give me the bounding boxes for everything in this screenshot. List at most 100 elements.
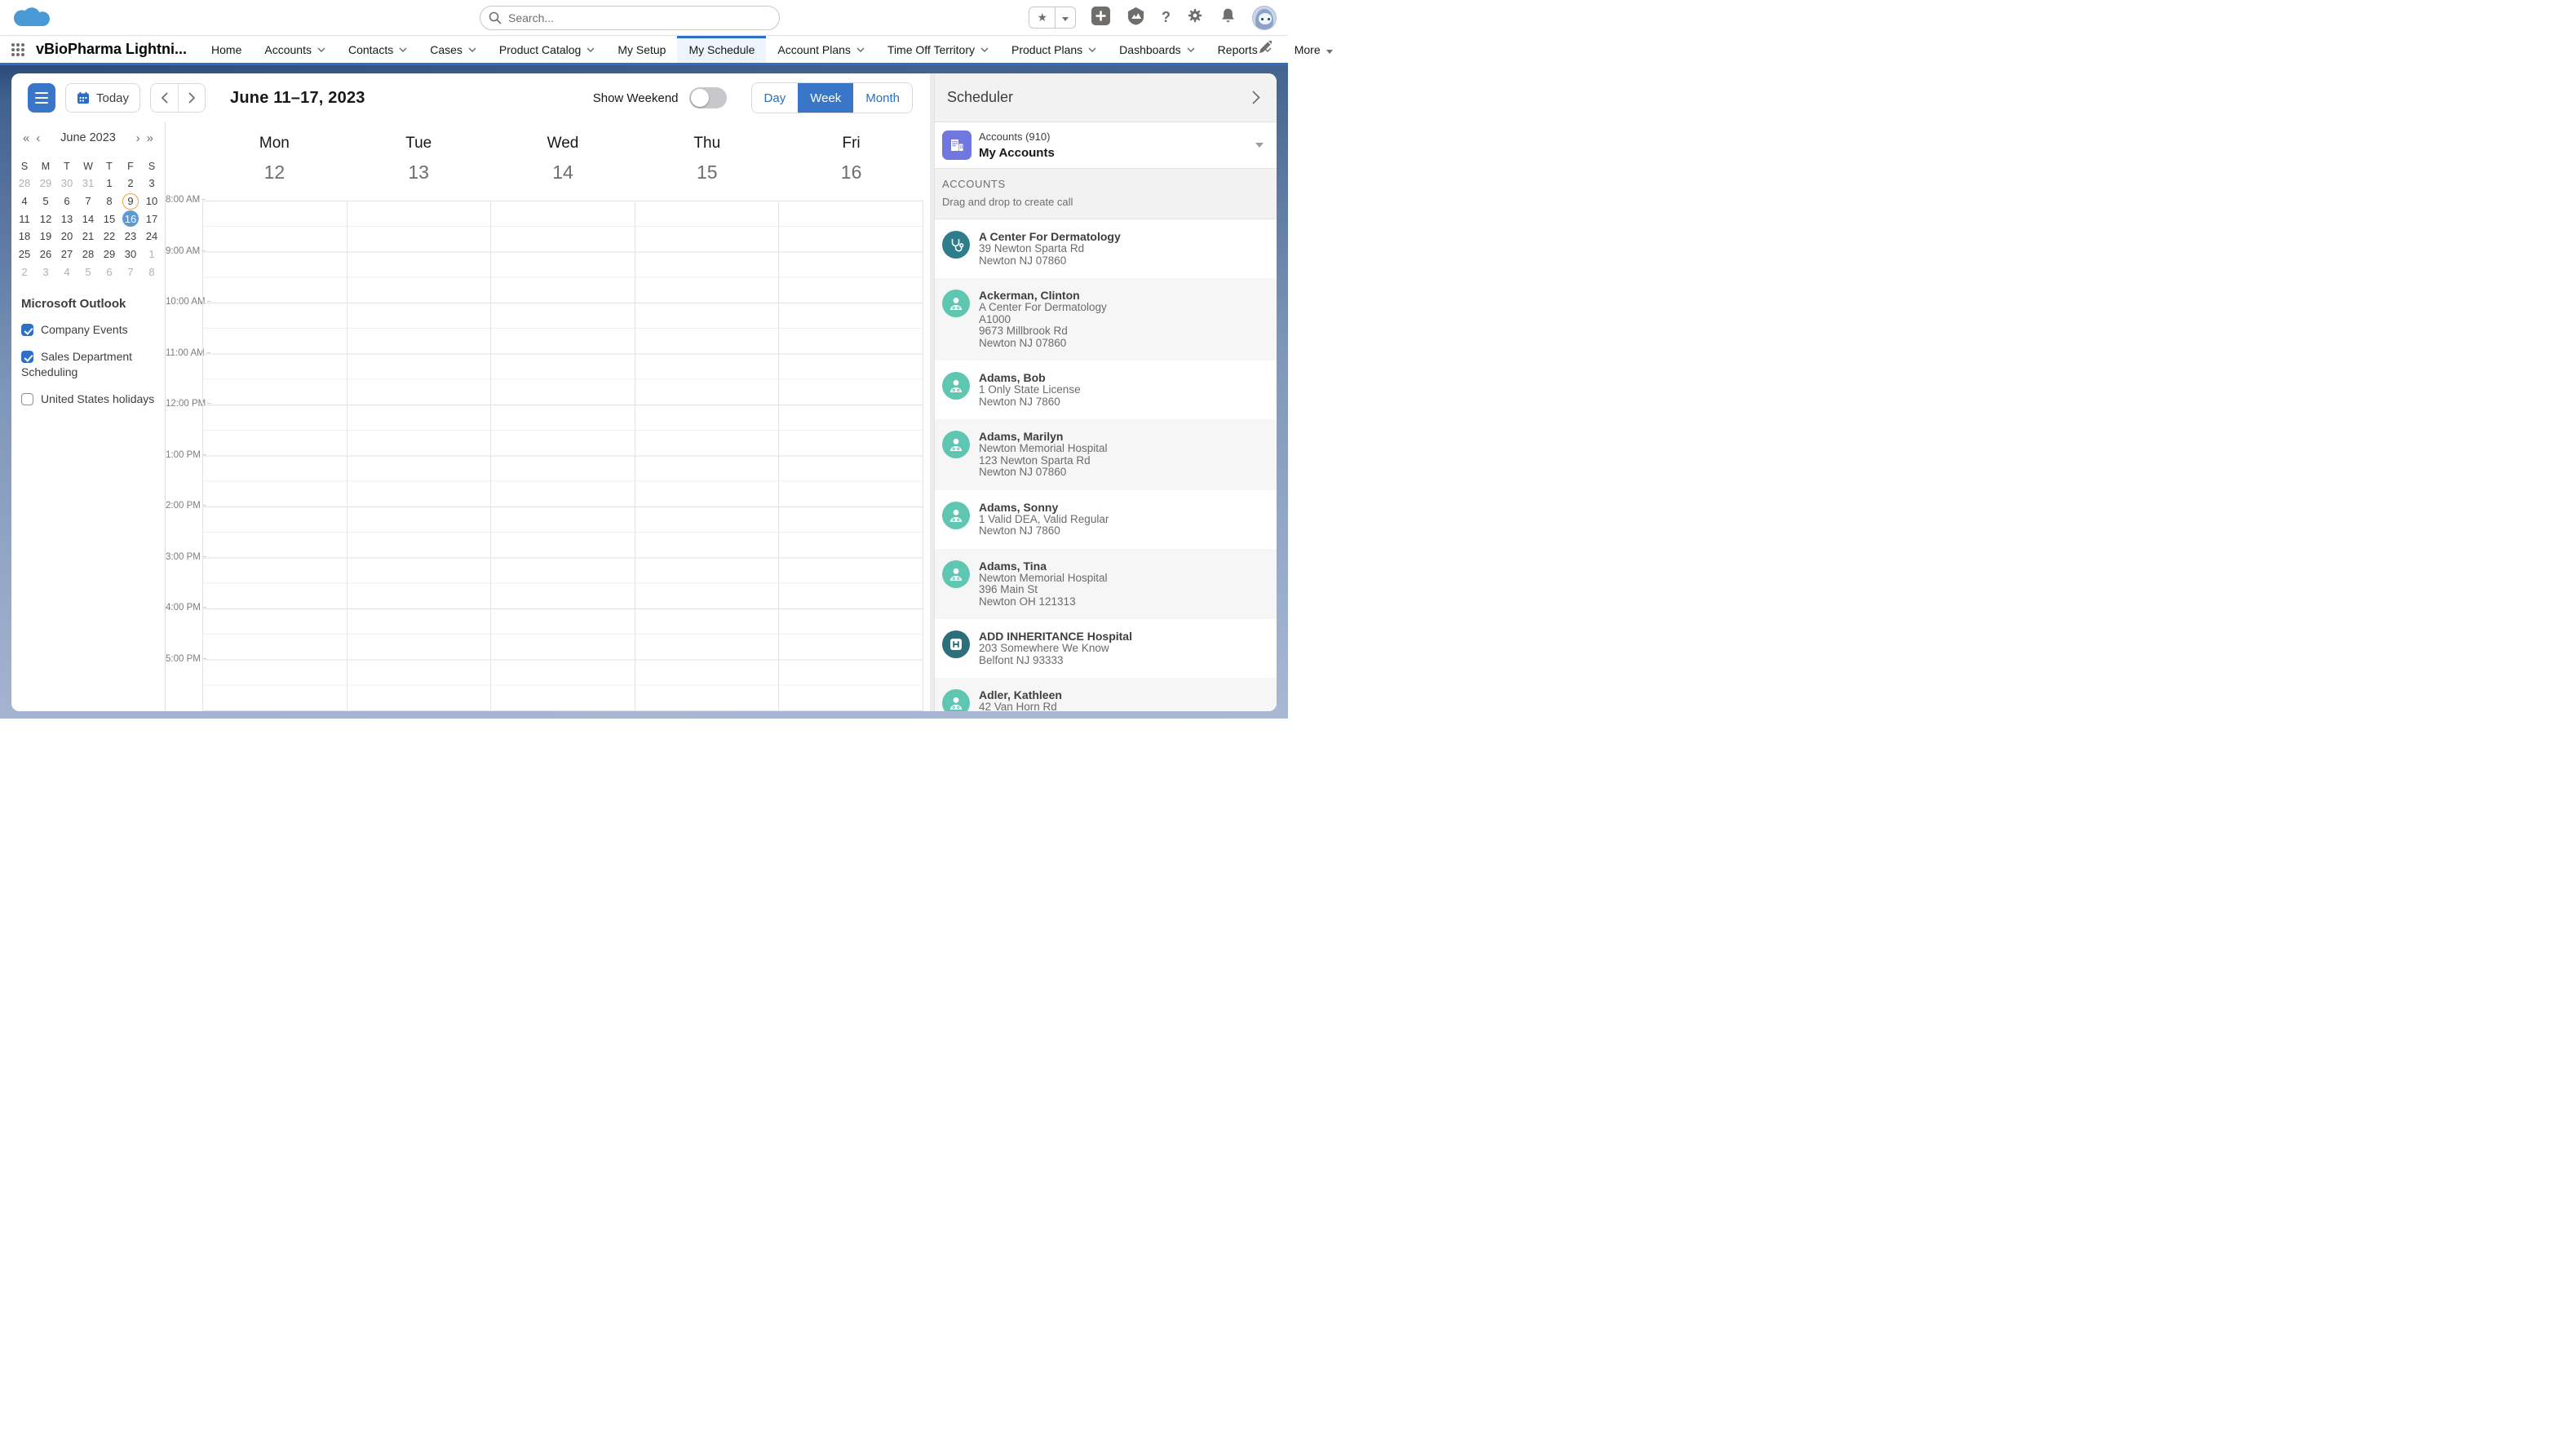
mini-calendar-date[interactable]: 29 (38, 175, 54, 192)
day-column[interactable] (490, 201, 635, 711)
nav-tab[interactable]: Accounts (253, 36, 337, 63)
chevron-down-icon[interactable] (317, 47, 325, 52)
mini-calendar-date[interactable]: 2 (16, 263, 33, 280)
mini-calendar-date[interactable]: 20 (59, 228, 75, 245)
notifications-bell-icon[interactable] (1219, 7, 1237, 29)
next-month-icon[interactable]: › (133, 131, 144, 145)
mini-calendar-date[interactable]: 6 (101, 263, 117, 280)
day-column[interactable] (778, 201, 923, 711)
favorites-dropdown-icon[interactable] (1056, 11, 1075, 25)
calendar-checkbox-item[interactable]: Company Events (21, 322, 155, 338)
account-list-item[interactable]: Adler, Kathleen 42 Van Horn Rd (935, 678, 1277, 711)
day-header[interactable]: Fri 16 (779, 122, 923, 201)
setup-gear-icon[interactable] (1186, 7, 1204, 29)
mini-calendar-date[interactable]: 26 (38, 246, 54, 263)
previous-week-button[interactable] (151, 84, 178, 112)
view-button[interactable]: Month (853, 83, 912, 113)
today-button[interactable]: Today (65, 83, 140, 113)
mini-calendar-date[interactable]: 14 (80, 210, 96, 227)
chevron-down-icon[interactable] (468, 47, 476, 52)
mini-calendar-date[interactable]: 5 (80, 263, 96, 280)
day-header[interactable]: Mon 12 (202, 122, 347, 201)
account-list-selector[interactable]: Accounts (910) My Accounts (935, 122, 1277, 169)
favorites-star-icon[interactable]: ★ (1029, 7, 1056, 28)
mini-calendar-date[interactable]: 5 (38, 193, 54, 210)
mini-calendar-date[interactable]: 1 (144, 246, 160, 263)
day-header[interactable]: Thu 15 (635, 122, 779, 201)
next-week-button[interactable] (178, 84, 205, 112)
mini-calendar-date[interactable]: 7 (122, 263, 139, 280)
mini-calendar-date[interactable]: 6 (59, 193, 75, 210)
mini-calendar-date[interactable]: 7 (80, 193, 96, 210)
chevron-down-icon[interactable] (1187, 47, 1195, 52)
mini-calendar-date[interactable]: 23 (122, 228, 139, 245)
account-list-item[interactable]: Adams, Bob 1 Only State LicenseNewton NJ… (935, 360, 1277, 419)
next-year-icon[interactable]: » (144, 131, 157, 145)
mini-calendar-date[interactable]: 30 (59, 175, 75, 192)
mini-calendar-date[interactable]: 11 (16, 210, 33, 227)
help-icon[interactable]: ? (1162, 9, 1171, 26)
nav-tab[interactable]: My Setup (606, 36, 677, 63)
mini-calendar-date[interactable]: 8 (101, 193, 117, 210)
mini-calendar-date[interactable]: 17 (144, 210, 160, 227)
nav-tab[interactable]: Dashboards (1108, 36, 1206, 63)
nav-tab[interactable]: Home (200, 36, 253, 63)
salesforce-cloud-logo[interactable] (11, 4, 55, 32)
caret-down-icon[interactable] (1326, 43, 1333, 56)
checkbox-icon[interactable] (21, 393, 33, 405)
mini-calendar-date[interactable]: 18 (16, 228, 33, 245)
nav-tab[interactable]: My Schedule (677, 36, 766, 63)
chevron-down-icon[interactable] (856, 47, 865, 52)
mini-calendar-date[interactable]: 3 (38, 263, 54, 280)
collapse-panel-chevron-icon[interactable] (1252, 91, 1260, 104)
mini-calendar-date[interactable]: 21 (80, 228, 96, 245)
search-input[interactable] (480, 6, 780, 30)
day-column[interactable] (347, 201, 491, 711)
mini-calendar-date[interactable]: 3 (144, 175, 160, 192)
nav-tab[interactable]: More (1283, 36, 1344, 63)
selector-dropdown-icon[interactable] (1255, 143, 1264, 148)
view-button[interactable]: Day (752, 83, 799, 113)
account-list-item[interactable]: ADD INHERITANCE Hospital 203 Somewhere W… (935, 619, 1277, 678)
mini-calendar-date[interactable]: 24 (144, 228, 160, 245)
nav-tab[interactable]: Product Catalog (488, 36, 606, 63)
mini-calendar-date[interactable]: 28 (16, 175, 33, 192)
calendar-scrollbar[interactable] (930, 73, 934, 711)
edit-navigation-pencil-icon[interactable] (1258, 41, 1272, 59)
mini-calendar-date[interactable]: 22 (101, 228, 117, 245)
user-avatar[interactable] (1252, 6, 1277, 30)
account-list-item[interactable]: Adams, Marilyn Newton Memorial Hospital1… (935, 419, 1277, 490)
nav-tab[interactable]: Time Off Territory (876, 36, 1000, 63)
nav-tab[interactable]: Cases (418, 36, 488, 63)
mini-calendar-date[interactable]: 2 (122, 175, 139, 192)
guidance-center-icon[interactable] (1126, 6, 1146, 30)
mini-calendar-date[interactable]: 29 (101, 246, 117, 263)
checkbox-icon[interactable] (21, 351, 33, 363)
mini-calendar-date[interactable]: 31 (80, 175, 96, 192)
mini-calendar-date[interactable]: 30 (122, 246, 139, 263)
mini-calendar-date[interactable]: 28 (80, 246, 96, 263)
show-weekend-toggle[interactable] (689, 87, 727, 108)
mini-calendar-date[interactable]: 4 (59, 263, 75, 280)
mini-calendar-date[interactable]: 9 (122, 193, 139, 210)
mini-calendar-date[interactable]: 19 (38, 228, 54, 245)
calendar-menu-button[interactable] (28, 83, 55, 113)
mini-calendar-date[interactable]: 12 (38, 210, 54, 227)
day-header[interactable]: Tue 13 (347, 122, 491, 201)
calendar-checkbox-item[interactable]: Sales Department Scheduling (21, 349, 155, 380)
previous-month-icon[interactable]: ‹ (33, 131, 43, 145)
chevron-down-icon[interactable] (980, 47, 989, 52)
mini-calendar-date[interactable]: 8 (144, 263, 160, 280)
day-header[interactable]: Wed 14 (491, 122, 635, 201)
mini-calendar-date[interactable]: 25 (16, 246, 33, 263)
account-list-item[interactable]: Ackerman, Clinton A Center For Dermatolo… (935, 278, 1277, 360)
mini-calendar-date[interactable]: 4 (16, 193, 33, 210)
account-list-item[interactable]: Adams, Sonny 1 Valid DEA, Valid RegularN… (935, 490, 1277, 549)
day-column[interactable] (202, 201, 347, 711)
favorites-split-button[interactable]: ★ (1029, 7, 1076, 29)
nav-tab[interactable]: Account Plans (766, 36, 876, 63)
account-list-item[interactable]: A Center For Dermatology 39 Newton Spart… (935, 219, 1277, 278)
chevron-down-icon[interactable] (1088, 47, 1096, 52)
mini-calendar-date[interactable]: 16 (122, 210, 139, 227)
mini-calendar-date[interactable]: 10 (144, 193, 160, 210)
